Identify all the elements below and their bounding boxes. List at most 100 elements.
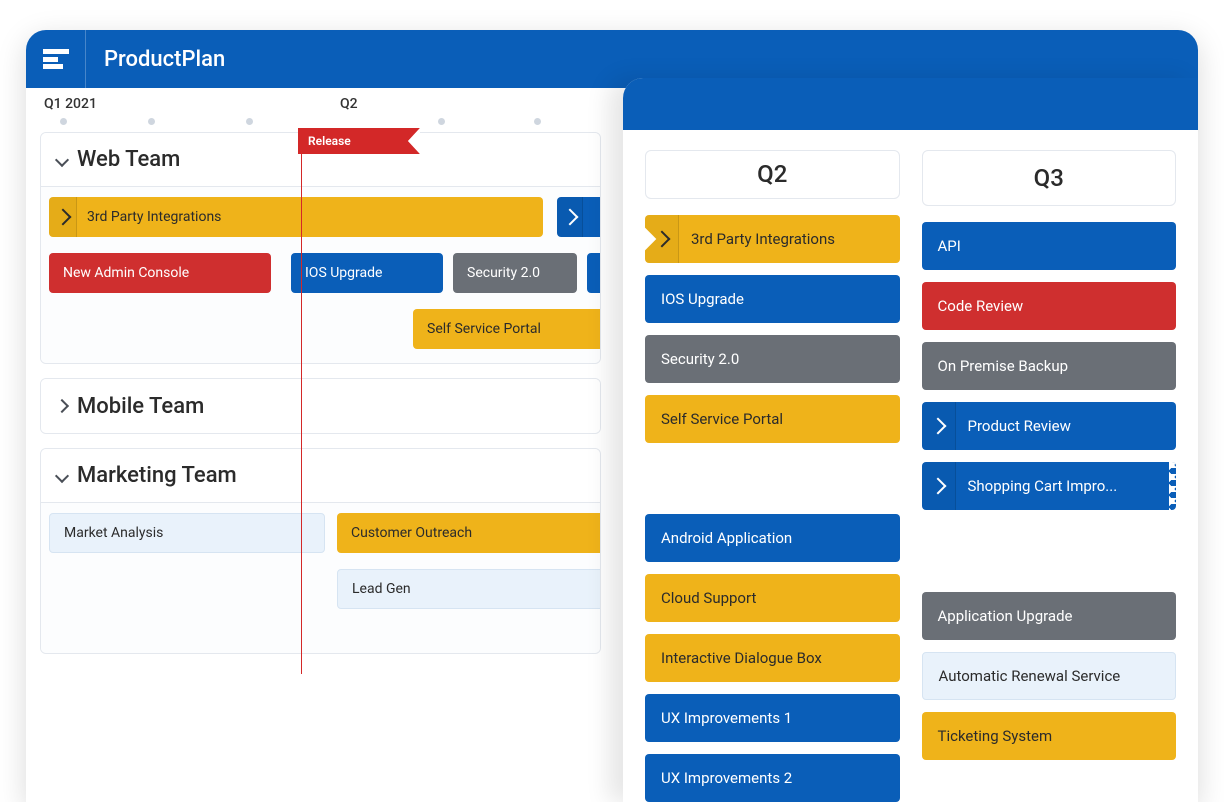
expand-chevron[interactable] <box>49 197 77 237</box>
board-card[interactable]: Application Upgrade <box>922 592 1177 640</box>
lane-body-web: 3rd Party Integrations New Admin Console I… <box>41 187 600 363</box>
board-card[interactable]: Product Review <box>922 402 1177 450</box>
expand-chevron[interactable] <box>557 197 583 237</box>
card-stack: Android Application Cloud Support Interact… <box>645 514 900 802</box>
lane-marketing-team: Marketing Team Market Analysis Customer O… <box>40 448 601 654</box>
bar-label: Market Analysis <box>64 525 163 541</box>
chevron-down-icon <box>55 152 69 166</box>
timeline-bar[interactable]: New Admin Console <box>49 253 271 293</box>
bar-label: IOS Upgrade <box>305 265 382 281</box>
app-frame: ProductPlan Q1 2021 Q2 Web Team 3rd Part… <box>26 30 1198 802</box>
card-label: UX Improvements 1 <box>661 709 792 727</box>
card-label: Security 2.0 <box>661 350 739 368</box>
lane-title: Mobile Team <box>77 394 204 419</box>
card-label: Interactive Dialogue Box <box>661 649 822 667</box>
board-column: Q3 API Code Review On Premise Backup Product… <box>922 150 1177 802</box>
period-label-q1: Q1 2021 <box>44 96 97 112</box>
app-logo <box>26 30 86 88</box>
timeline-bar[interactable]: Self Service Portal <box>413 309 601 349</box>
board-card[interactable]: Self Service Portal <box>645 395 900 443</box>
period-dot <box>148 118 155 125</box>
card-label: IOS Upgrade <box>661 290 744 308</box>
timeline-bar[interactable]: On <box>587 253 601 293</box>
today-line <box>301 154 302 674</box>
board-card[interactable]: Shopping Cart Impro... <box>922 462 1177 510</box>
chevron-right-icon <box>55 399 69 413</box>
timeline-period-row: Q1 2021 Q2 <box>40 88 601 124</box>
lane-title: Web Team <box>77 147 180 172</box>
chevron-right-icon <box>930 478 947 495</box>
logo-icon <box>43 49 69 69</box>
board-panel: Q2 3rd Party Integrations IOS Upgrade Secur… <box>623 78 1198 802</box>
bar-label: Customer Outreach <box>351 525 472 541</box>
timeline-bar[interactable]: 3rd Party Integrations <box>49 197 543 237</box>
board-card[interactable]: API <box>922 222 1177 270</box>
lane-mobile-team: Mobile Team <box>40 378 601 434</box>
timeline-panel: Q1 2021 Q2 Web Team 3rd Party Integratio… <box>26 88 601 802</box>
card-stack: API Code Review On Premise Backup Product R… <box>922 222 1177 510</box>
period-dot <box>534 118 541 125</box>
lane-web-team: Web Team 3rd Party Integrations New Admin… <box>40 132 601 364</box>
bar-label: Self Service Portal <box>427 321 541 337</box>
card-label: Ticketing System <box>938 727 1053 745</box>
period-label-q2: Q2 <box>340 96 358 112</box>
board-card[interactable]: Interactive Dialogue Box <box>645 634 900 682</box>
card-label: Shopping Cart Impro... <box>968 477 1118 495</box>
lane-header-mobile[interactable]: Mobile Team <box>41 379 600 433</box>
card-label: Cloud Support <box>661 589 756 607</box>
release-flag-label: Release <box>308 134 351 148</box>
column-title: Q3 <box>922 150 1177 206</box>
lane-title: Marketing Team <box>77 463 237 488</box>
chevron-right-icon <box>561 209 578 226</box>
expand-chevron[interactable] <box>645 215 679 263</box>
lane-header-marketing[interactable]: Marketing Team <box>41 449 600 503</box>
board-card[interactable]: IOS Upgrade <box>645 275 900 323</box>
board-columns: Q2 3rd Party Integrations IOS Upgrade Secur… <box>623 130 1198 802</box>
column-title: Q2 <box>645 150 900 199</box>
card-stack: Application Upgrade Automatic Renewal Ser… <box>922 592 1177 760</box>
board-column: Q2 3rd Party Integrations IOS Upgrade Secur… <box>645 150 900 802</box>
period-dot <box>246 118 253 125</box>
lane-body-marketing: Market Analysis Customer Outreach Lead Gen <box>41 503 600 653</box>
timeline-bar[interactable] <box>557 197 601 237</box>
bar-label: Lead Gen <box>352 581 411 597</box>
card-label: Application Upgrade <box>938 607 1073 625</box>
card-label: UX Improvements 2 <box>661 769 792 787</box>
chevron-right-icon <box>930 418 947 435</box>
board-header-bar <box>623 78 1198 130</box>
timeline-bar[interactable]: IOS Upgrade <box>291 253 443 293</box>
card-label: Android Application <box>661 529 792 547</box>
board-card[interactable]: Automatic Renewal Service <box>922 652 1177 700</box>
app-title: ProductPlan <box>104 47 225 72</box>
card-label: On Premise Backup <box>938 357 1069 375</box>
timeline-bar[interactable]: Market Analysis <box>49 513 325 553</box>
board-card[interactable]: Code Review <box>922 282 1177 330</box>
timeline-bar[interactable]: Lead Gen <box>337 569 601 609</box>
card-label: Product Review <box>968 417 1071 435</box>
release-flag[interactable]: Release <box>298 128 408 154</box>
board-card[interactable]: UX Improvements 1 <box>645 694 900 742</box>
board-card[interactable]: Ticketing System <box>922 712 1177 760</box>
card-label: API <box>938 237 961 255</box>
bar-label: Security 2.0 <box>467 265 540 281</box>
timeline-bar[interactable]: Customer Outreach <box>337 513 601 553</box>
board-card[interactable]: On Premise Backup <box>922 342 1177 390</box>
board-card[interactable]: UX Improvements 2 <box>645 754 900 802</box>
board-card[interactable]: Security 2.0 <box>645 335 900 383</box>
expand-chevron[interactable] <box>922 402 956 450</box>
chevron-down-icon <box>55 468 69 482</box>
period-dot <box>60 118 67 125</box>
card-stack: 3rd Party Integrations IOS Upgrade Securit… <box>645 215 900 443</box>
board-card[interactable]: 3rd Party Integrations <box>645 215 900 263</box>
bar-label: 3rd Party Integrations <box>87 209 221 225</box>
period-dot <box>438 118 445 125</box>
expand-chevron[interactable] <box>922 462 956 510</box>
card-label: Code Review <box>938 297 1024 315</box>
bar-label: New Admin Console <box>63 265 189 281</box>
board-card[interactable]: Cloud Support <box>645 574 900 622</box>
board-card[interactable]: Android Application <box>645 514 900 562</box>
card-label: 3rd Party Integrations <box>691 230 835 248</box>
timeline-bar[interactable]: Security 2.0 <box>453 253 577 293</box>
chevron-right-icon <box>653 230 670 247</box>
chevron-right-icon <box>54 209 71 226</box>
